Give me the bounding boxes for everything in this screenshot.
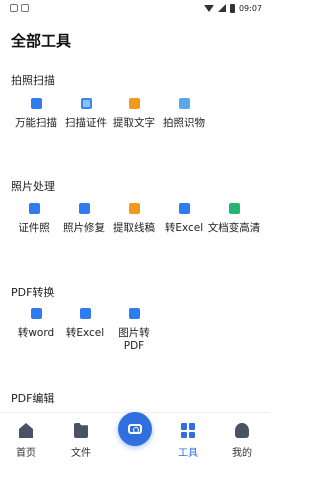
- tool-label: 文档变高清: [207, 222, 261, 234]
- nav-files[interactable]: 文件: [61, 423, 101, 459]
- doc-hd-icon: [228, 203, 240, 214]
- notification-icon: [10, 4, 18, 12]
- doc-scan-icon: [30, 98, 42, 109]
- tool-to-word[interactable]: 转word: [8, 308, 64, 340]
- nav-home-label: 首页: [16, 448, 36, 459]
- tool-extract-text[interactable]: 提取文字: [106, 98, 162, 130]
- word-convert-icon: [30, 308, 42, 319]
- tool-label: 拍照识物: [163, 117, 205, 129]
- tool-id-photo[interactable]: 证件照: [6, 203, 62, 235]
- folder-icon: [74, 423, 88, 438]
- tool-pdf-to-excel[interactable]: 转Excel: [57, 308, 113, 340]
- tool-label: 转Excel: [65, 327, 105, 339]
- tool-object-recognize[interactable]: 拍照识物: [156, 98, 212, 130]
- status-indicators: 09:07: [203, 3, 262, 13]
- tool-line-art[interactable]: 提取线稿: [106, 203, 162, 235]
- id-card-icon: [80, 98, 92, 109]
- photo-repair-icon: [78, 203, 90, 214]
- signal-icon: [217, 4, 226, 12]
- tool-doc-hd[interactable]: 文档变高清: [206, 203, 262, 235]
- tool-label: 转word: [17, 327, 55, 339]
- section-title-pdf-edit: PDF编辑: [11, 392, 55, 405]
- section-title-photo: 照片处理: [11, 180, 55, 193]
- nav-tools-label: 工具: [178, 448, 198, 459]
- page-title: 全部工具: [11, 32, 72, 50]
- status-time: 09:07: [238, 3, 262, 13]
- status-notifications: [10, 4, 29, 12]
- tool-label: 万能扫描: [15, 117, 57, 129]
- tool-universal-scan[interactable]: 万能扫描: [8, 98, 64, 130]
- nav-tools[interactable]: 工具: [168, 423, 208, 459]
- user-icon: [235, 423, 249, 438]
- excel-convert-icon: [178, 203, 190, 214]
- section-title-scan: 拍照扫描: [11, 74, 55, 87]
- object-recognize-icon: [178, 98, 190, 109]
- text-extract-icon: [128, 98, 140, 109]
- section-title-pdf-convert: PDF转换: [11, 286, 55, 299]
- tool-image-to-pdf[interactable]: 图片转PDF: [106, 308, 162, 353]
- tools-grid-icon: [181, 423, 195, 438]
- app-notification-icon: [21, 4, 29, 12]
- tool-label: 转Excel: [164, 222, 204, 234]
- camera-icon: [128, 424, 142, 434]
- nav-home[interactable]: 首页: [6, 423, 46, 459]
- battery-icon: [229, 3, 235, 13]
- tool-to-excel[interactable]: 转Excel: [156, 203, 212, 235]
- excel-convert-icon: [79, 308, 91, 319]
- line-art-icon: [128, 203, 140, 214]
- id-photo-icon: [28, 203, 40, 214]
- tool-label: 照片修复: [63, 222, 105, 234]
- tool-label: 图片转PDF: [118, 327, 150, 352]
- nav-me-label: 我的: [232, 448, 252, 459]
- wifi-icon: [203, 4, 214, 12]
- tool-label: 提取线稿: [113, 222, 155, 234]
- nav-me[interactable]: 我的: [222, 423, 262, 459]
- camera-button[interactable]: [118, 412, 152, 446]
- tool-label: 提取文字: [113, 117, 155, 129]
- home-icon: [19, 423, 33, 438]
- status-bar: 09:07: [0, 0, 270, 16]
- tool-photo-repair[interactable]: 照片修复: [56, 203, 112, 235]
- image-to-pdf-icon: [128, 308, 140, 319]
- nav-files-label: 文件: [71, 448, 91, 459]
- tool-label: 证件照: [18, 222, 50, 234]
